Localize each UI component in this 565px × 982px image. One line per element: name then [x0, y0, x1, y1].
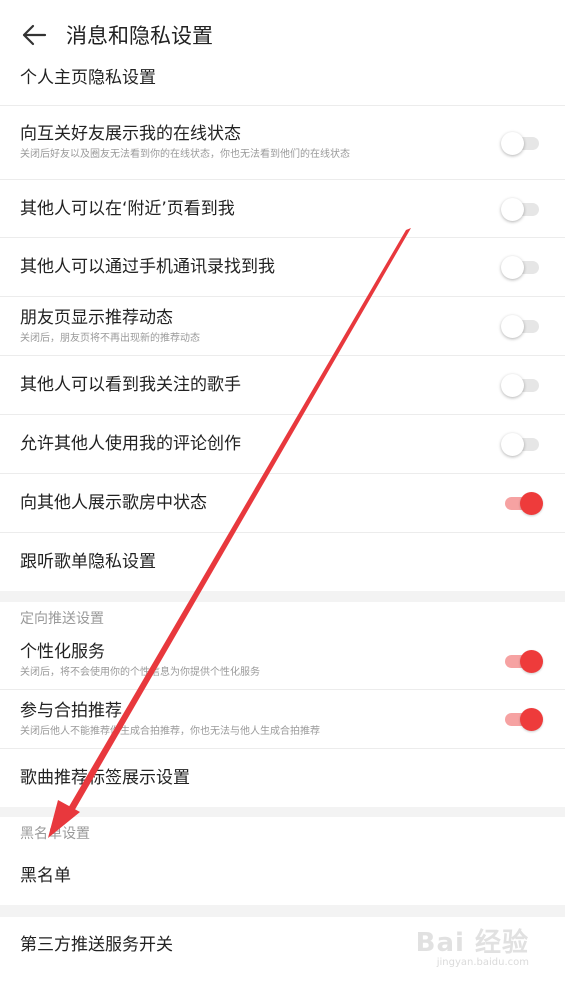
- app-header: 消息和隐私设置: [0, 0, 565, 70]
- followed-singers-toggle[interactable]: [501, 373, 543, 397]
- setting-title: 黑名单: [20, 866, 71, 886]
- section-header-blacklist: 黑名单设置: [0, 817, 565, 847]
- nearby-visible-toggle[interactable]: [501, 197, 543, 221]
- setting-title: 允许其他人使用我的评论创作: [20, 434, 241, 454]
- back-arrow-icon: [22, 24, 47, 46]
- page-title: 消息和隐私设置: [66, 24, 213, 48]
- setting-title: 其他人可以在‘附近’页看到我: [20, 198, 235, 219]
- setting-title: 个性化服务: [20, 642, 105, 662]
- watermark-url: jingyan.baidu.com: [436, 957, 529, 968]
- setting-song-tag-display[interactable]: 歌曲推荐标签展示设置: [0, 749, 565, 807]
- setting-title: 歌曲推荐标签展示设置: [20, 768, 190, 788]
- setting-title: 其他人可以通过手机通讯录找到我: [20, 257, 275, 277]
- section-divider: [0, 591, 565, 602]
- setting-nearby-visible[interactable]: 其他人可以在‘附近’页看到我: [0, 180, 565, 238]
- setting-title: 向互关好友展示我的在线状态: [20, 124, 241, 144]
- setting-followed-singers[interactable]: 其他人可以看到我关注的歌手: [0, 356, 565, 415]
- setting-personalized-service[interactable]: 个性化服务 关闭后，将不会使用你的个性信息为你提供个性化服务: [0, 632, 565, 690]
- recommended-feed-toggle[interactable]: [501, 314, 543, 338]
- setting-title: 朋友页显示推荐动态: [20, 307, 173, 328]
- setting-title: 向其他人展示歌房中状态: [20, 493, 207, 513]
- personalized-service-toggle[interactable]: [501, 649, 543, 673]
- setting-find-by-contacts[interactable]: 其他人可以通过手机通讯录找到我: [0, 238, 565, 297]
- setting-title: 参与合拍推荐: [20, 700, 122, 721]
- setting-online-status[interactable]: 向互关好友展示我的在线状态 关闭后好友以及圈友无法看到你的在线状态，你也无法看到…: [0, 106, 565, 180]
- setting-room-status[interactable]: 向其他人展示歌房中状态: [0, 474, 565, 533]
- section-header-profile-privacy: 个人主页隐私设置: [0, 70, 565, 106]
- find-by-contacts-toggle[interactable]: [501, 255, 543, 279]
- section-label: 个人主页隐私设置: [20, 68, 156, 88]
- setting-subtitle: 关闭后他人不能推荐你生成合拍推荐，你也无法与他人生成合拍推荐: [20, 725, 320, 737]
- setting-recommended-feed[interactable]: 朋友页显示推荐动态 关闭后，朋友页将不再出现新的推荐动态: [0, 297, 565, 356]
- back-button[interactable]: [20, 21, 48, 49]
- section-divider: [0, 905, 565, 917]
- setting-title: 其他人可以看到我关注的歌手: [20, 375, 241, 395]
- setting-playlist-privacy[interactable]: 跟听歌单隐私设置: [0, 533, 565, 591]
- setting-duet-recommend[interactable]: 参与合拍推荐 关闭后他人不能推荐你生成合拍推荐，你也无法与他人生成合拍推荐: [0, 690, 565, 749]
- setting-subtitle: 关闭后，朋友页将不再出现新的推荐动态: [20, 332, 200, 344]
- room-status-toggle[interactable]: [501, 491, 543, 515]
- duet-recommend-toggle[interactable]: [501, 707, 543, 731]
- watermark-logo: Bai 经验: [415, 928, 529, 958]
- comment-creation-toggle[interactable]: [501, 432, 543, 456]
- setting-subtitle: 关闭后，将不会使用你的个性信息为你提供个性化服务: [20, 667, 260, 678]
- setting-blacklist[interactable]: 黑名单: [0, 847, 565, 905]
- setting-subtitle: 关闭后好友以及圈友无法看到你的在线状态，你也无法看到他们的在线状态: [20, 149, 350, 160]
- setting-title: 跟听歌单隐私设置: [20, 552, 156, 572]
- baidu-watermark: Bai 经验 jingyan.baidu.com: [416, 922, 529, 968]
- section-divider: [0, 807, 565, 817]
- setting-comment-creation[interactable]: 允许其他人使用我的评论创作: [0, 415, 565, 474]
- online-status-toggle[interactable]: [501, 131, 543, 155]
- section-header-targeted-push: 定向推送设置: [0, 602, 565, 632]
